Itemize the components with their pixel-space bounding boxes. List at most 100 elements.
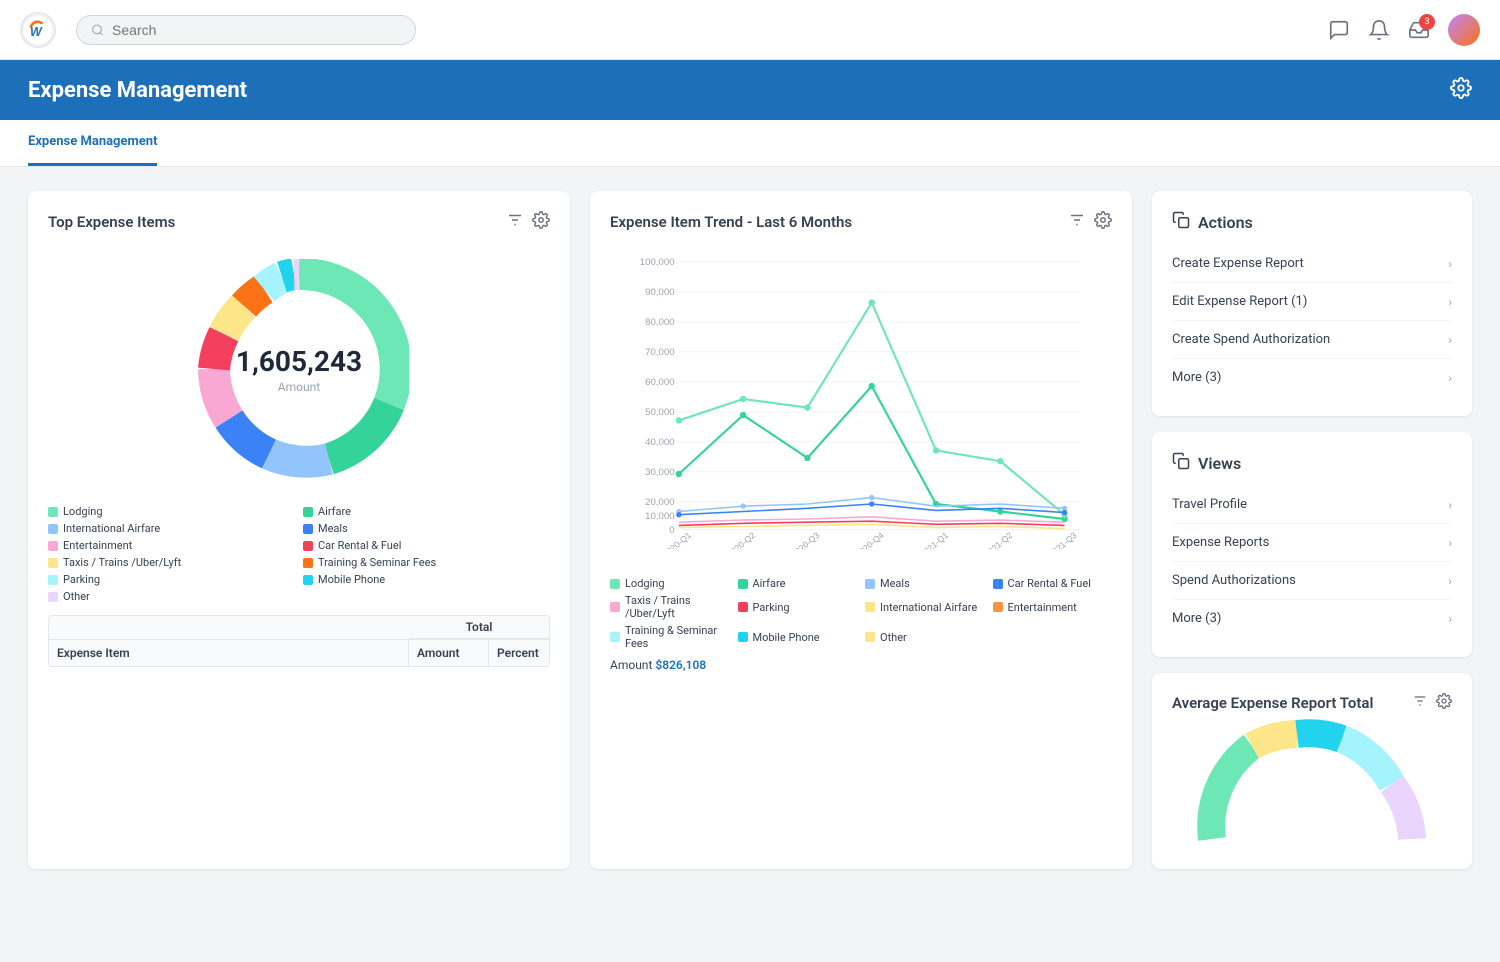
chat-button[interactable] xyxy=(1328,19,1350,41)
svg-text:2021-Q3: 2021-Q3 xyxy=(1047,530,1079,549)
chevron-right-icon: › xyxy=(1448,574,1452,588)
legend-item: Parking xyxy=(48,573,295,586)
tab-bar: Expense Management xyxy=(0,120,1500,167)
top-expense-title: Top Expense Items xyxy=(48,213,175,231)
legend-item: Mobile Phone xyxy=(738,624,858,650)
actions-card: Actions Create Expense Report›Edit Expen… xyxy=(1152,191,1472,416)
svg-text:2020-Q1: 2020-Q1 xyxy=(661,530,693,549)
svg-text:40,000: 40,000 xyxy=(645,437,674,448)
trend-chart-card: Expense Item Trend - Last 6 Months 100,0 xyxy=(590,191,1132,869)
svg-text:2020-Q2: 2020-Q2 xyxy=(725,530,757,549)
legend-item: Training & Seminar Fees xyxy=(610,624,730,650)
avg-settings-icon[interactable] xyxy=(1436,693,1452,713)
actions-section-title: Actions xyxy=(1172,211,1452,233)
donut-amount: 1,605,243 xyxy=(236,345,362,378)
action-item[interactable]: Create Spend Authorization› xyxy=(1172,321,1452,359)
svg-text:100,000: 100,000 xyxy=(640,257,675,268)
search-icon xyxy=(91,23,104,37)
top-expense-actions xyxy=(506,211,550,233)
expense-table: Total Expense Item Amount Percent xyxy=(48,615,550,667)
settings-button[interactable] xyxy=(1450,77,1472,103)
settings-icon[interactable] xyxy=(532,211,550,233)
views-copy-icon xyxy=(1172,452,1190,474)
view-item[interactable]: More (3)› xyxy=(1172,600,1452,637)
trend-settings-icon[interactable] xyxy=(1094,211,1112,233)
chevron-right-icon: › xyxy=(1448,295,1452,309)
col-amount: Amount xyxy=(409,640,489,666)
top-navigation: W 3 xyxy=(0,0,1500,60)
chevron-right-icon: › xyxy=(1448,536,1452,550)
views-section-title: Views xyxy=(1172,452,1452,474)
svg-text:10,000: 10,000 xyxy=(645,511,674,522)
avg-filter-icon[interactable] xyxy=(1412,693,1428,713)
inbox-badge: 3 xyxy=(1419,14,1435,30)
legend-item: Other xyxy=(865,624,985,650)
trend-chart-title: Expense Item Trend - Last 6 Months xyxy=(610,213,852,231)
legend-item: Entertainment xyxy=(993,594,1113,620)
amount-label-text: Amount xyxy=(610,658,652,672)
views-list: Travel Profile›Expense Reports›Spend Aut… xyxy=(1172,486,1452,637)
svg-text:0: 0 xyxy=(669,525,674,536)
chart-amount: Amount $826,108 xyxy=(610,658,1112,672)
inbox-button[interactable]: 3 xyxy=(1408,19,1430,41)
trend-legend: Lodging Airfare Meals Car Rental & Fuel Taxi… xyxy=(610,577,1112,650)
top-expense-card: Top Expense Items xyxy=(28,191,570,869)
donut-chart: 1,605,243 Amount xyxy=(48,249,550,489)
amount-value: $826,108 xyxy=(655,658,706,672)
svg-text:30,000: 30,000 xyxy=(645,467,674,478)
line-chart: 100,000 90,000 80,000 70,000 60,000 50,0… xyxy=(610,249,1112,569)
action-item[interactable]: Edit Expense Report (1)› xyxy=(1172,283,1452,321)
svg-text:2021-Q2: 2021-Q2 xyxy=(982,530,1014,549)
legend-item: Airfare xyxy=(738,577,858,590)
chevron-right-icon: › xyxy=(1448,257,1452,271)
search-bar[interactable] xyxy=(76,15,416,45)
legend-item: Taxis / Trains /Uber/Lyft xyxy=(610,594,730,620)
right-panel: Actions Create Expense Report›Edit Expen… xyxy=(1152,191,1472,869)
legend-item: Car Rental & Fuel xyxy=(993,577,1113,590)
nav-icons: 3 xyxy=(1328,14,1480,46)
chevron-right-icon: › xyxy=(1448,333,1452,347)
avg-donut xyxy=(1172,729,1452,849)
trend-filter-icon[interactable] xyxy=(1068,211,1086,233)
legend-item: International Airfare xyxy=(48,522,295,535)
bell-icon xyxy=(1368,19,1390,41)
legend-item: Meals xyxy=(865,577,985,590)
table-total-header: Total xyxy=(409,616,549,639)
col-percent: Percent xyxy=(489,640,549,666)
logo-area: W xyxy=(20,12,56,48)
svg-text:2020-Q3: 2020-Q3 xyxy=(790,530,822,549)
action-item[interactable]: More (3)› xyxy=(1172,359,1452,396)
workday-logo[interactable]: W xyxy=(20,12,56,48)
chevron-right-icon: › xyxy=(1448,612,1452,626)
avg-report-header: Average Expense Report Total xyxy=(1172,693,1452,713)
legend-item: Taxis / Trains /Uber/Lyft xyxy=(48,556,295,569)
top-expense-header: Top Expense Items xyxy=(48,211,550,233)
view-item[interactable]: Spend Authorizations› xyxy=(1172,562,1452,600)
legend-item: Car Rental & Fuel xyxy=(303,539,550,552)
action-item[interactable]: Create Expense Report› xyxy=(1172,245,1452,283)
filter-icon[interactable] xyxy=(506,211,524,233)
legend-item: Training & Seminar Fees xyxy=(303,556,550,569)
view-item[interactable]: Travel Profile› xyxy=(1172,486,1452,524)
donut-amount-label: Amount xyxy=(236,380,362,394)
svg-text:90,000: 90,000 xyxy=(645,287,674,298)
table-header: Total xyxy=(49,616,549,639)
chevron-right-icon: › xyxy=(1448,371,1452,385)
legend-item: Lodging xyxy=(610,577,730,590)
legend-item: Entertainment xyxy=(48,539,295,552)
expense-management-tab[interactable]: Expense Management xyxy=(28,120,157,166)
chat-icon xyxy=(1328,19,1350,41)
notification-button[interactable] xyxy=(1368,19,1390,41)
user-avatar[interactable] xyxy=(1448,14,1480,46)
svg-text:70,000: 70,000 xyxy=(645,347,674,358)
views-card: Views Travel Profile›Expense Reports›Spe… xyxy=(1152,432,1472,657)
view-item[interactable]: Expense Reports› xyxy=(1172,524,1452,562)
donut-legend: LodgingAirfareInternational AirfareMeals… xyxy=(48,505,550,603)
legend-item: Airfare xyxy=(303,505,550,518)
col-expense-item: Expense Item xyxy=(49,640,409,666)
legend-item: Parking xyxy=(738,594,858,620)
svg-text:W: W xyxy=(30,25,43,39)
avg-report-card: Average Expense Report Total xyxy=(1152,673,1472,869)
svg-text:2021-Q1: 2021-Q1 xyxy=(918,530,950,549)
search-input[interactable] xyxy=(112,22,401,38)
